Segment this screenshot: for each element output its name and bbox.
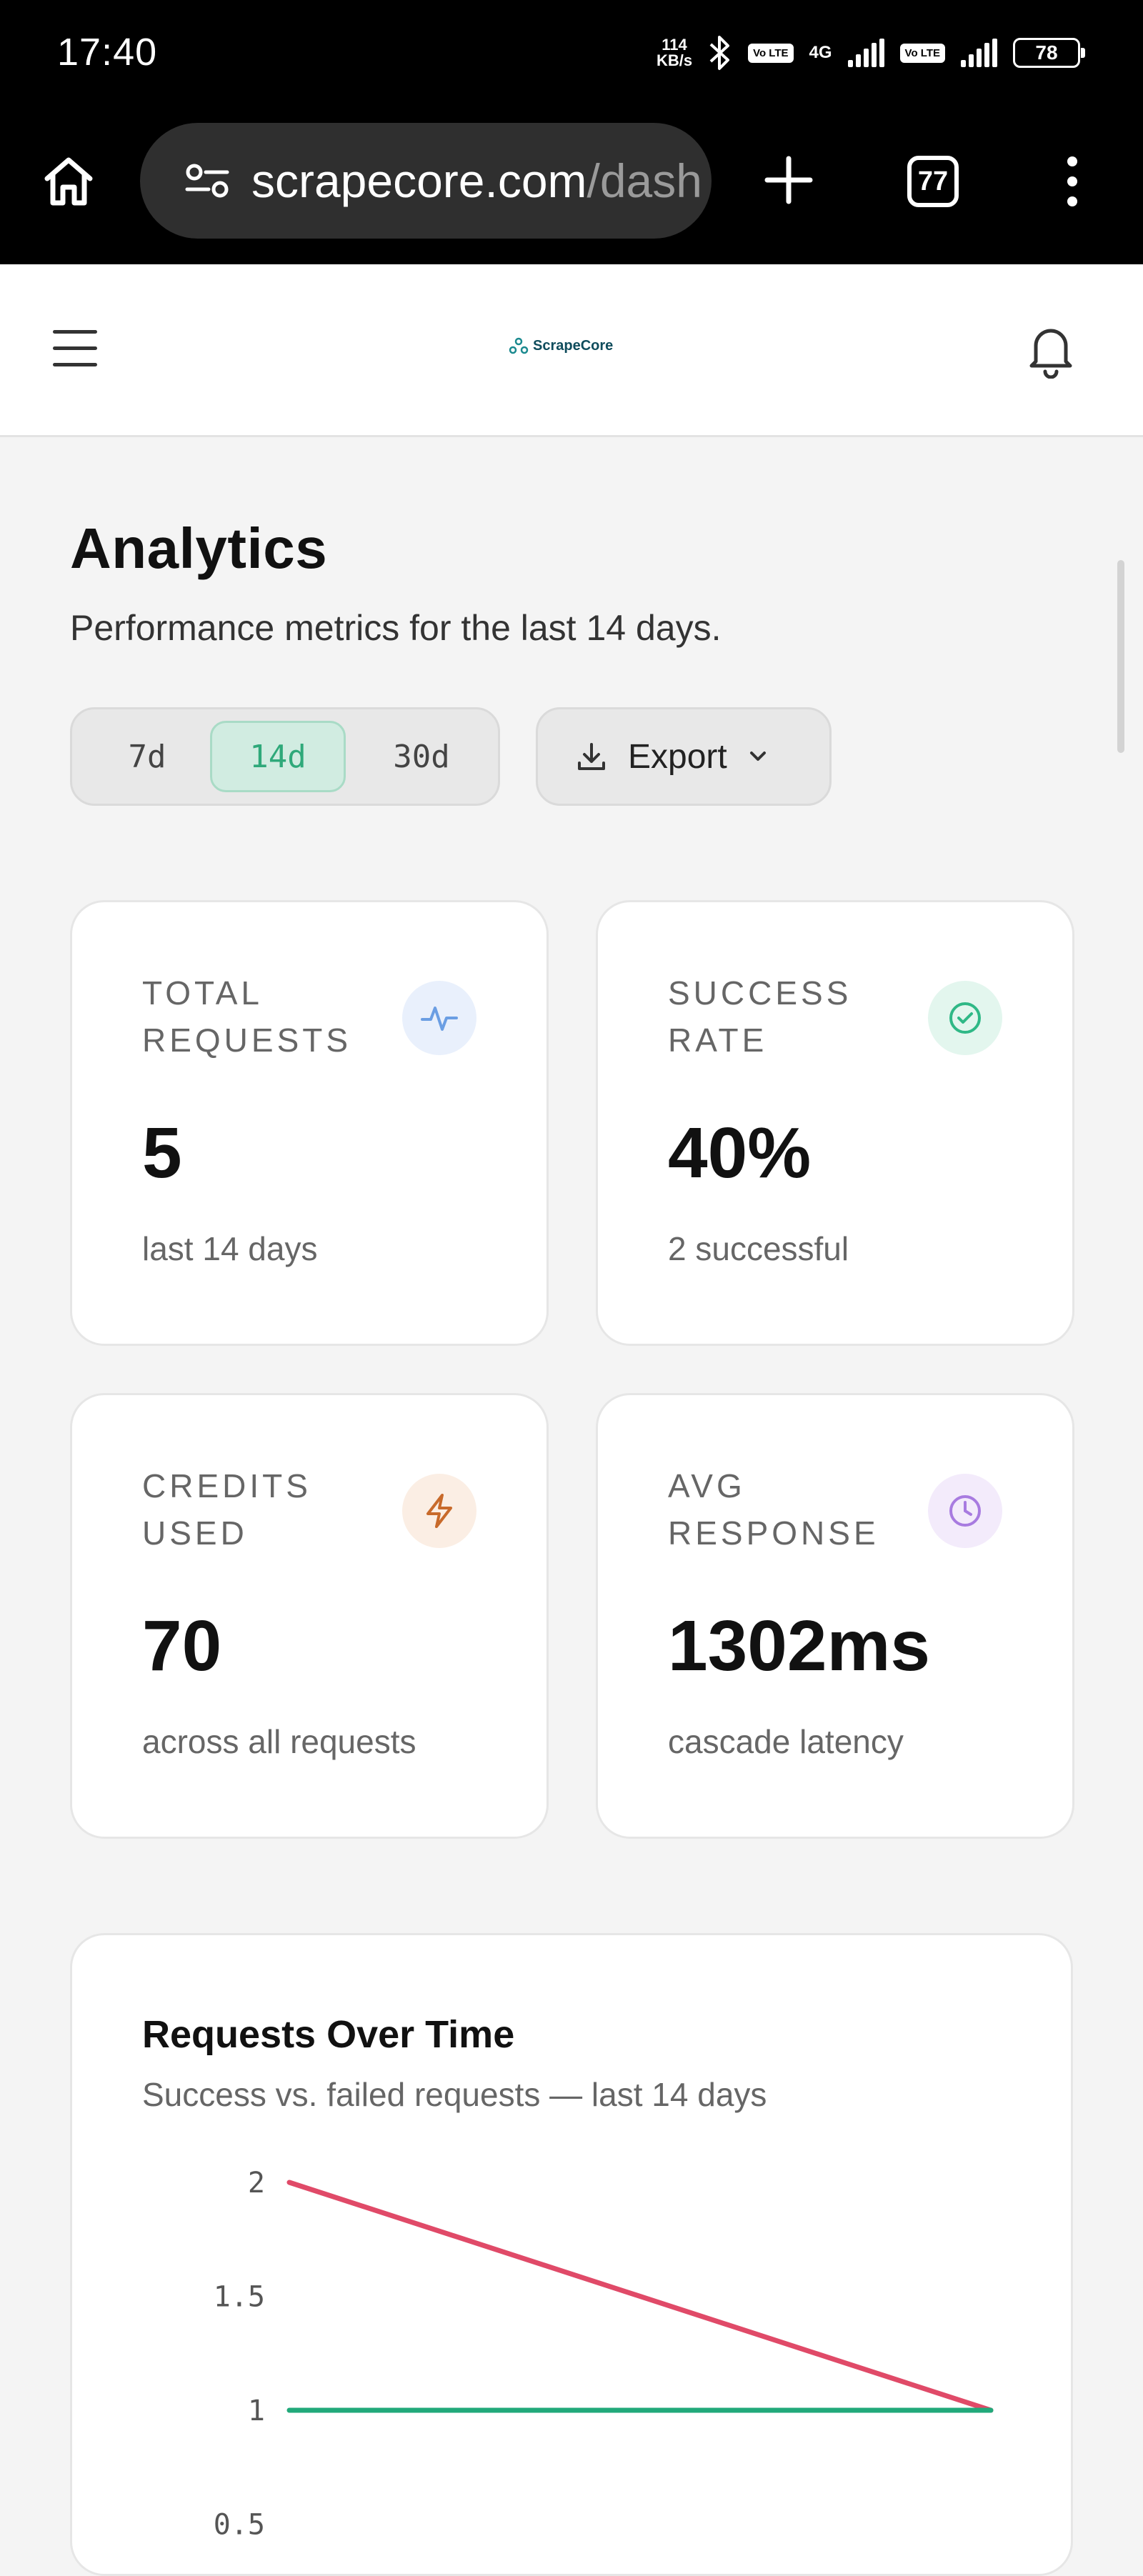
range-7d-button[interactable]: 7d [79,721,215,792]
y-tick-label: 2 [248,2167,265,2200]
stat-label: CREDITS USED [142,1467,311,1552]
volte-chip-1: Vo LTE [748,43,794,63]
page-scrollbar[interactable] [1117,560,1124,753]
requests-over-time-card: Requests Over Time Success vs. failed re… [70,1933,1073,2576]
range-14d-button[interactable]: 14d [210,721,346,792]
series-line-0 [286,2180,994,2413]
stat-note: 2 successful [668,1230,849,1267]
y-tick-label: 1.5 [214,2281,265,2314]
menu-icon[interactable] [53,330,97,367]
more-menu-icon[interactable] [1062,153,1083,210]
stat-card-success-rate: SUCCESS RATE 40% 2 successful [596,900,1074,1346]
time-range-selector: 7d 14d 30d [70,707,500,806]
y-tick-label: 1 [248,2395,265,2427]
logo-mark-icon [509,337,529,354]
chevron-down-icon [749,752,766,761]
status-time: 17:40 [57,31,158,74]
battery-level: 78 [1035,41,1058,64]
new-tab-icon[interactable] [762,153,816,207]
export-label: Export [628,737,727,776]
notifications-bell-icon[interactable] [1026,321,1076,379]
stat-card-total-requests: TOTAL REQUESTS 5 last 14 days [70,900,549,1346]
address-bar[interactable]: scrapecore.com/dash [140,123,712,239]
app-logo[interactable]: ScrapeCore [509,337,613,354]
stat-value: 1302ms [668,1606,930,1686]
page-title: Analytics [70,516,328,580]
site-settings-icon[interactable] [184,161,230,201]
stat-label: AVG RESPONSE [668,1467,879,1552]
stat-label: SUCCESS RATE [668,974,852,1059]
status-bar: 17:40 114 KB/s Vo LTE 4G Vo LTE 78 [0,0,1143,107]
net-speed: 114 KB/s [656,36,693,69]
logo-text: ScrapeCore [533,337,614,354]
range-30d-button[interactable]: 30d [354,721,489,792]
tab-switcher-button[interactable]: 77 [907,156,959,207]
network-type: 4G [809,43,832,62]
lightning-icon [402,1474,476,1548]
volte-chip-2: Vo LTE [899,43,945,63]
url-text[interactable]: scrapecore.com/dash [251,154,702,208]
download-icon [578,743,605,770]
clock-icon [928,1474,1002,1548]
y-tick-label: 0.5 [214,2509,265,2542]
activity-icon [402,981,476,1055]
stat-card-credits-used: CREDITS USED 70 across all requests [70,1393,549,1839]
check-circle-icon [928,981,1002,1055]
stat-note: across all requests [142,1723,416,1760]
stat-value: 40% [668,1113,812,1193]
stat-value: 5 [142,1113,182,1193]
signal-bars-2-icon [961,39,997,67]
stat-note: cascade latency [668,1723,904,1760]
home-icon[interactable] [40,153,97,210]
page-subtitle: Performance metrics for the last 14 days… [70,608,722,648]
stat-label: TOTAL REQUESTS [142,974,352,1059]
stat-note: last 14 days [142,1230,318,1267]
stat-card-avg-response: AVG RESPONSE 1302ms cascade latency [596,1393,1074,1839]
battery-icon: 78 [1013,38,1085,68]
bluetooth-icon [709,36,730,70]
requests-line-chart: 2 1.5 1 0.5 [214,2167,994,2542]
stat-value: 70 [142,1606,222,1686]
export-button[interactable]: Export [536,707,832,806]
status-icons: 114 KB/s Vo LTE 4G Vo LTE 78 [656,27,1085,79]
signal-bars-1-icon [847,39,884,67]
